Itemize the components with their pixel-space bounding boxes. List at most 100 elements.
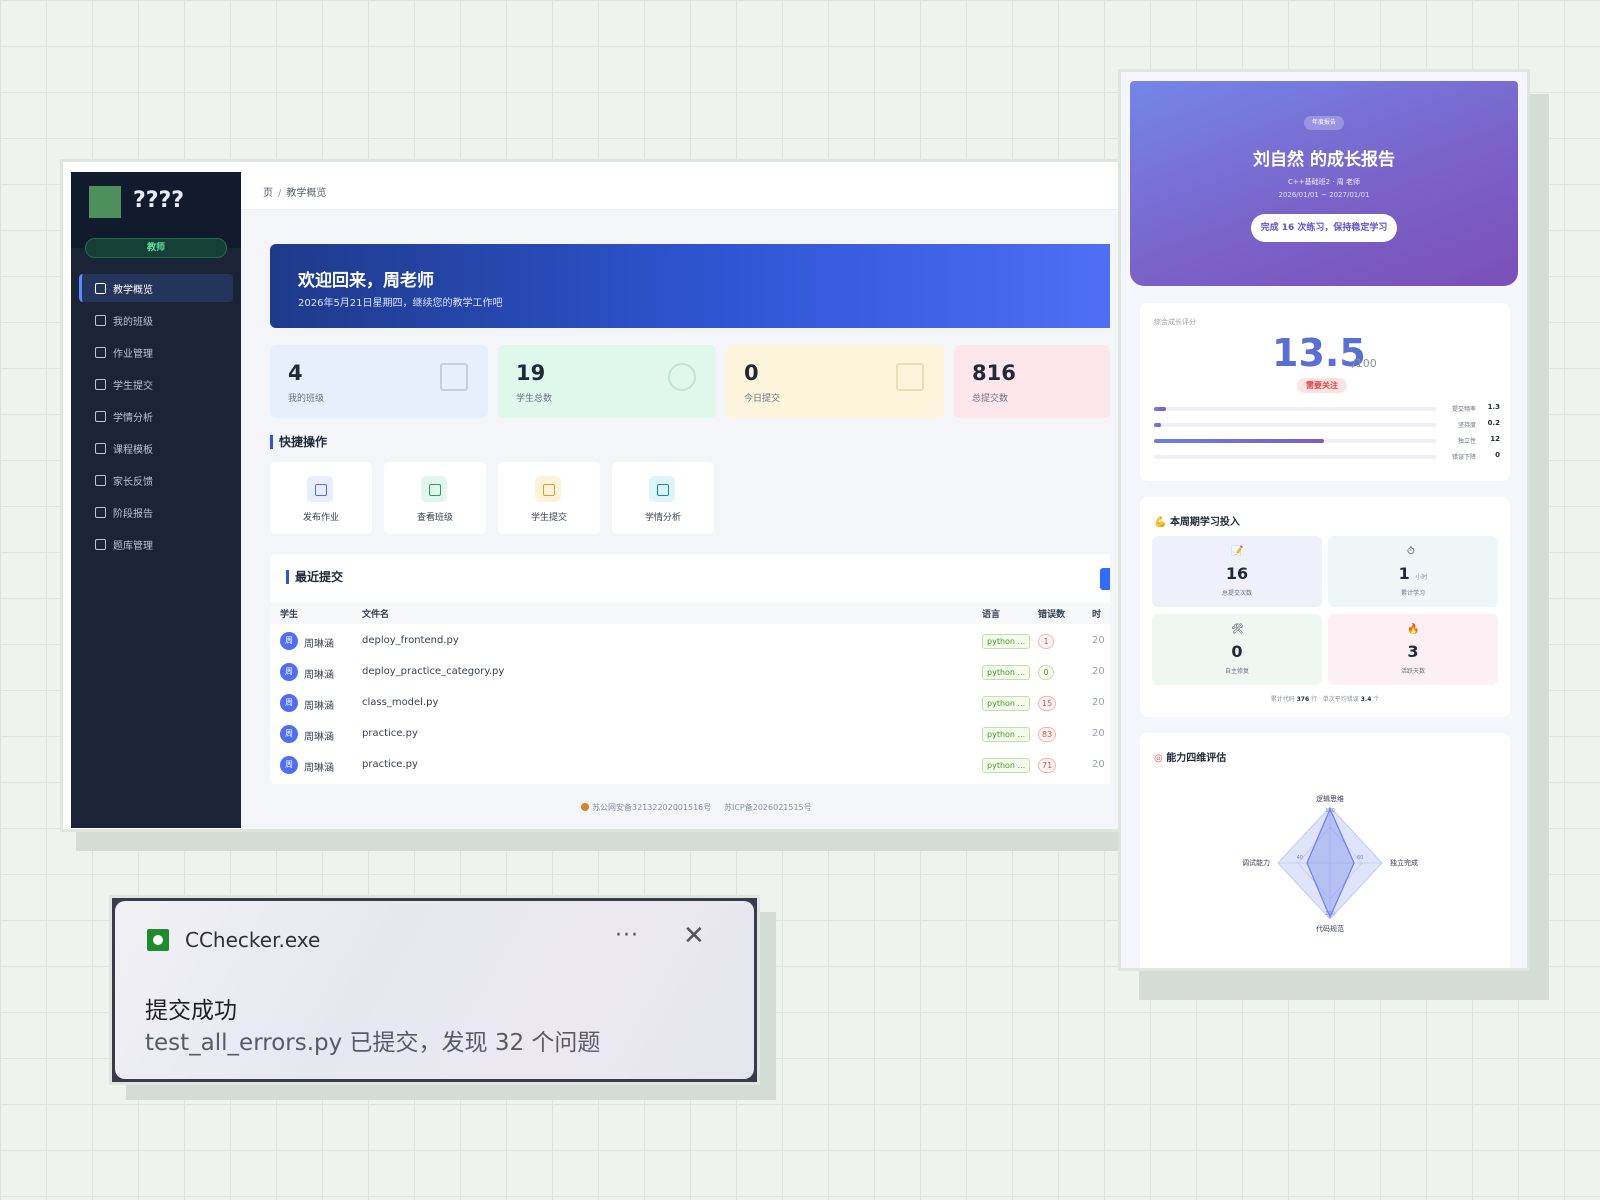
col-errors: 错误数 [1038,610,1066,620]
bar-track [1154,439,1436,443]
chart-icon [95,410,106,422]
sidebar-item-label: 作业管理 [113,348,153,360]
stat-card-classes[interactable]: 4 我的班级 [270,345,488,418]
recent-submissions-card: 最近提交 学生 文件名 语言 错误数 时 周周琳涵 deploy_frontend… [270,554,1110,784]
sidebar-item-label: 课程模板 [113,444,153,456]
file-name[interactable]: class_model.py [362,697,438,708]
toast-title: 提交成功 [145,998,237,1024]
close-icon[interactable]: ✕ [683,923,705,949]
document-icon [95,442,106,454]
report-hero: 年度报告 刘自然 的成长报告 C++基础班2 · 周 老师 2026/01/01… [1130,81,1518,286]
toast-app-name: CChecker.exe [185,928,321,952]
quick-action-submissions[interactable]: 学生提交 [498,462,600,534]
quick-action-publish[interactable]: 发布作业 [270,462,372,534]
stat-label: 我的班级 [288,394,325,404]
stat-card-today[interactable]: 0 今日提交 [726,345,944,418]
stat-label: 学生总数 [516,394,553,404]
breadcrumb-home[interactable]: 页 [263,188,273,199]
quick-action-label: 学情分析 [644,513,681,523]
file-name[interactable]: practice.py [362,759,418,770]
fire-icon: 🔥 [1407,624,1420,635]
quick-action-label: 发布作业 [302,513,339,523]
target-icon: ◎ [1154,753,1167,764]
tile-value: 1 小时 [1328,564,1498,583]
footer-icp[interactable]: 苏ICP备2026021515号 [724,803,812,812]
student-name: 周琳涵 [304,732,334,743]
language-badge: python ... [982,665,1031,680]
foot-text: 行 · 单次平均错误 [1311,696,1359,703]
sidebar-item-reports[interactable]: 阶段报告 [79,498,233,526]
sidebar-item-label: 我的班级 [113,316,153,328]
bar-label: 独立性 [1457,438,1476,445]
foot-lines: 376 [1296,696,1310,703]
bar-track [1154,407,1436,411]
sidebar-item-classes[interactable]: 我的班级 [79,306,233,334]
file-icon [95,378,106,390]
radar-axis-label: 调试能力 [1242,858,1270,867]
table-row[interactable]: 周周琳涵 practice.py python ... 71 20 [270,750,1110,781]
toast-message: test_all_errors.py 已提交，发现 32 个问题 [145,1030,601,1056]
sidebar-item-templates[interactable]: 课程模板 [79,434,233,462]
quick-action-analytics[interactable]: 学情分析 [612,462,714,534]
submit-time: 20 [1092,728,1105,739]
book-icon [440,363,468,391]
score-bar-row: 提交频率 1.3 [1154,403,1500,415]
view-all-button[interactable] [1100,568,1110,590]
submit-time: 20 [1092,666,1105,677]
tools-icon: 🛠 [1231,624,1244,635]
sidebar-item-submissions[interactable]: 学生提交 [79,370,233,398]
welcome-subtitle: 2026年5月21日星期四，继续您的教学工作吧 [298,298,503,309]
bar-value: 0 [1495,451,1500,459]
error-count-badge: 1 [1038,634,1054,649]
file-name[interactable]: deploy_frontend.py [362,635,459,646]
stat-card-total[interactable]: 816 总提交数 [954,345,1110,418]
stat-card-students[interactable]: 19 学生总数 [498,345,716,418]
sidebar-item-label: 学情分析 [113,412,153,424]
notification-toast[interactable]: CChecker.exe ··· ✕ 提交成功 test_all_errors.… [115,901,754,1079]
avatar: 周 [280,694,298,712]
student-name: 周琳涵 [304,763,334,774]
table-row[interactable]: 周周琳涵 deploy_frontend.py python ... 1 20 [270,626,1110,657]
sidebar-item-feedback[interactable]: 家长反馈 [79,466,233,494]
score-bar-row: 独立性 12 [1154,435,1500,447]
bar-track [1154,423,1436,427]
sidebar: ???? 教师 教学概览 我的班级 作业管理 学生提交 学情分析 课程模板 家长… [71,172,269,828]
file-name[interactable]: deploy_practice_category.py [362,666,504,677]
sidebar-item-analytics[interactable]: 学情分析 [79,402,233,430]
app-title: ???? [133,188,185,213]
quick-action-view-classes[interactable]: 查看班级 [384,462,486,534]
language-badge: python ... [982,696,1031,711]
bar-fill [1154,423,1161,427]
sidebar-item-label: 教学概览 [113,284,153,296]
message-icon [95,474,106,486]
radar-title: ◎ 能力四维评估 [1154,749,1226,764]
stat-value: 19 [516,361,546,385]
stat-label: 今日提交 [744,394,781,404]
toast-frame: CChecker.exe ··· ✕ 提交成功 test_all_errors.… [109,895,760,1085]
bar-label: 错误下降 [1451,454,1476,461]
table-row[interactable]: 周周琳涵 deploy_practice_category.py python ..… [270,657,1110,688]
error-count-badge: 15 [1038,696,1057,711]
tile-self-fix: 🛠 0 自主修复 [1152,614,1322,685]
student-name: 周琳涵 [304,701,334,712]
more-options-button[interactable]: ··· [615,923,639,948]
tile-number: 16 [1225,564,1249,583]
breadcrumb: 页 / 教学概览 [263,184,326,199]
col-student: 学生 [280,610,299,620]
sidebar-item-assignments[interactable]: 作业管理 [79,338,233,366]
footer-police[interactable]: 苏公网安备32132202001516号 [592,803,711,812]
tile-label: 活跃天数 [1400,668,1425,675]
table-header: 学生 文件名 语言 错误数 时 [270,602,1110,624]
stat-value: 816 [972,361,1016,385]
table-row[interactable]: 周周琳涵 practice.py python ... 83 20 [270,719,1110,750]
tile-value: 16 [1152,564,1322,583]
table-row[interactable]: 周周琳涵 class_model.py python ... 15 20 [270,688,1110,719]
foot-avg: 3.4 [1360,696,1372,703]
language-badge: python ... [982,634,1031,649]
sidebar-item-question-bank[interactable]: 题库管理 [79,530,233,558]
file-name[interactable]: practice.py [362,728,418,739]
stat-value: 0 [744,361,759,385]
tile-total-submissions: 📝 16 总提交次数 [1152,536,1322,607]
sidebar-item-overview[interactable]: 教学概览 [79,274,233,302]
police-badge-icon [581,803,589,811]
